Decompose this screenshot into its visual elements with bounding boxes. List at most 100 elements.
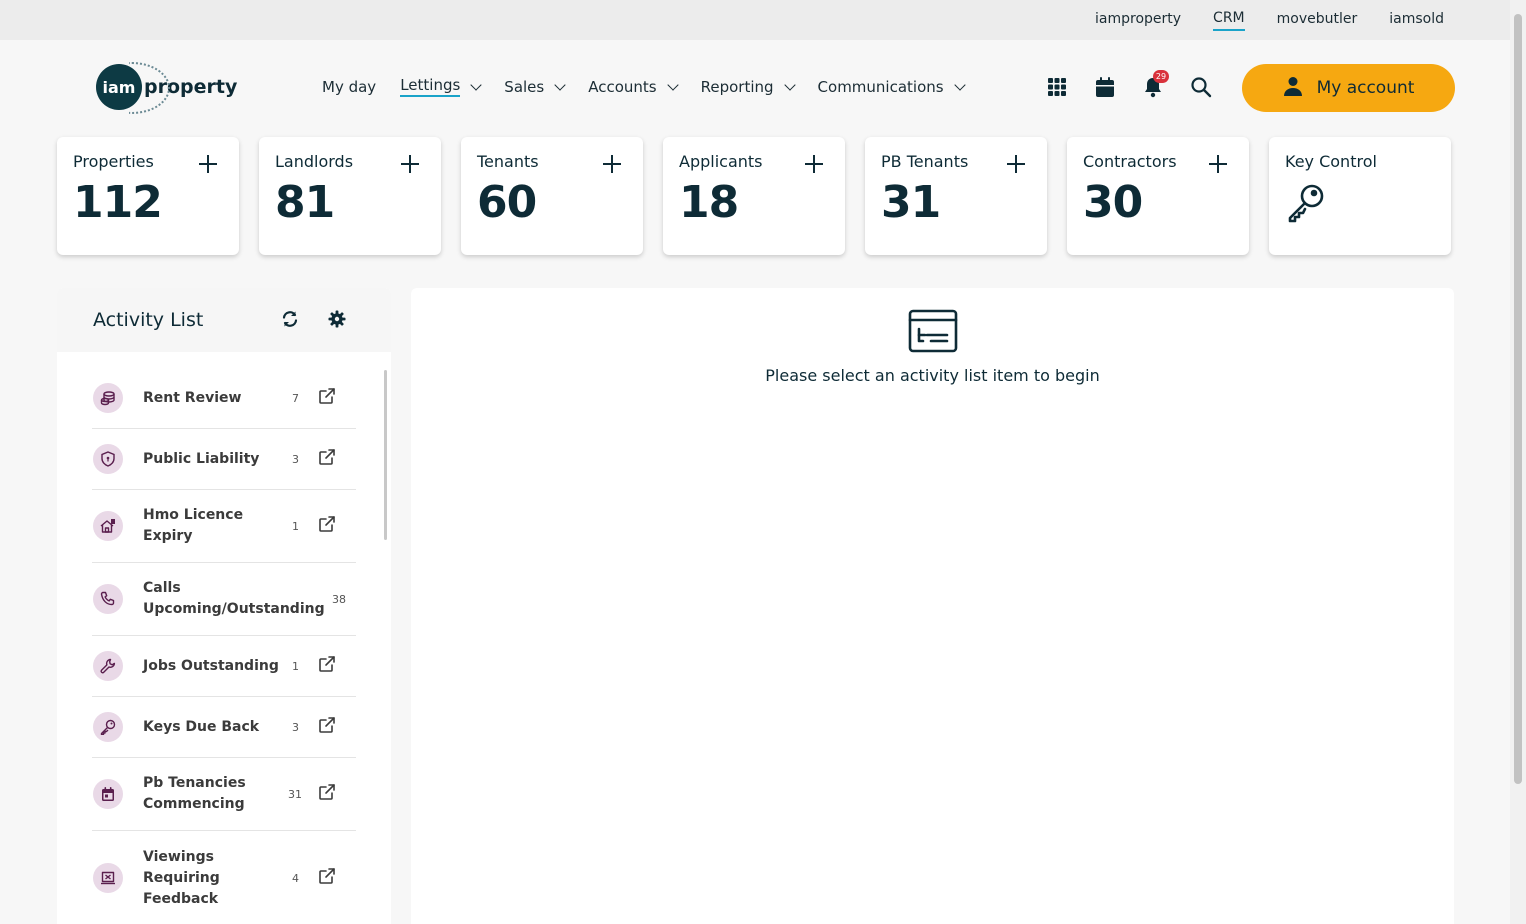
calendar-icon[interactable]	[1094, 76, 1116, 98]
nav-my-day[interactable]: My day	[322, 76, 376, 97]
activity-detail-panel: Please select an activity list item to b…	[411, 288, 1454, 924]
nav-sales[interactable]: Sales	[504, 76, 566, 97]
external-link-icon[interactable]	[318, 515, 336, 537]
activity-list-scrollbar[interactable]	[384, 370, 387, 540]
stat-cards: Properties 112 Landlords 81 Tenants 60 A…	[57, 137, 1451, 255]
my-account-button[interactable]: My account	[1242, 64, 1455, 112]
activity-item-count: 31	[288, 787, 302, 801]
nav-accounts[interactable]: Accounts	[588, 76, 679, 97]
stat-value: 18	[679, 177, 739, 228]
logo-circle: iam	[96, 64, 142, 110]
stat-value: 112	[73, 177, 163, 228]
user-icon	[1283, 76, 1303, 101]
stat-card-properties[interactable]: Properties 112	[57, 137, 239, 255]
activity-list-title: Activity List	[93, 309, 204, 331]
header: iam property My day Lettings Sales Accou…	[0, 40, 1510, 134]
bell-icon[interactable]: 29	[1142, 70, 1169, 98]
search-icon[interactable]	[1190, 76, 1212, 98]
calendar-icon	[93, 779, 123, 809]
nav-label: Communications	[817, 77, 944, 96]
external-link-icon[interactable]	[318, 655, 336, 677]
stat-card-contractors[interactable]: Contractors 30	[1067, 137, 1249, 255]
my-account-label: My account	[1316, 78, 1415, 98]
add-landlord-icon[interactable]	[401, 155, 419, 173]
external-link-icon[interactable]	[318, 387, 336, 409]
gear-icon[interactable]	[328, 310, 346, 332]
stat-card-landlords[interactable]: Landlords 81	[259, 137, 441, 255]
nav-label: Lettings	[400, 76, 461, 97]
key-icon	[1285, 181, 1435, 227]
external-link-icon[interactable]	[318, 783, 336, 805]
notification-badge: 29	[1153, 70, 1169, 83]
nav-reporting[interactable]: Reporting	[700, 76, 796, 97]
scrollbar-thumb[interactable]	[1514, 14, 1522, 784]
grid-icon[interactable]	[1046, 76, 1068, 98]
activity-item-jobs-outstanding[interactable]: Jobs Outstanding 1	[92, 636, 356, 697]
chevron-down-icon	[953, 78, 966, 91]
product-switcher: iamproperty CRM movebutler iamsold	[1095, 0, 1444, 40]
nav-label: Reporting	[700, 77, 774, 96]
house-icon	[93, 511, 123, 541]
add-pb-tenant-icon[interactable]	[1007, 155, 1025, 173]
refresh-icon[interactable]	[281, 310, 299, 332]
nav-label: Accounts	[588, 77, 657, 96]
activity-item-count: 3	[292, 452, 299, 466]
activity-item-hmo-licence-expiry[interactable]: Hmo Licence Expiry 1	[92, 490, 356, 563]
stat-card-pb-tenants[interactable]: PB Tenants 31	[865, 137, 1047, 255]
activity-item-count: 1	[292, 519, 299, 533]
window-scrollbar[interactable]	[1510, 0, 1526, 924]
activity-list-panel: Activity List Rent Review 7 Public Liabi…	[57, 288, 391, 924]
wrench-icon	[93, 651, 123, 681]
chevron-down-icon	[666, 78, 679, 91]
logo[interactable]: iam property	[96, 64, 237, 110]
top-link-movebutler[interactable]: movebutler	[1277, 11, 1358, 30]
external-link-icon[interactable]	[318, 867, 336, 889]
activity-item-calls[interactable]: Calls Upcoming/Outstanding 38	[92, 563, 356, 636]
top-link-iamproperty[interactable]: iamproperty	[1095, 11, 1181, 30]
feedback-icon	[93, 863, 123, 893]
activity-item-public-liability[interactable]: Public Liability 3	[92, 429, 356, 490]
nav-label: Sales	[504, 77, 545, 96]
activity-item-label: Hmo Licence Expiry	[143, 507, 244, 544]
phone-icon	[93, 584, 123, 614]
nav-lettings[interactable]: Lettings	[400, 76, 482, 97]
activity-item-label: Jobs Outstanding	[143, 657, 279, 674]
stat-card-key-control[interactable]: Key Control	[1269, 137, 1451, 255]
external-link-icon[interactable]	[318, 716, 336, 738]
activity-item-label: Calls Upcoming/Outstanding	[143, 580, 325, 617]
nav-communications[interactable]: Communications	[817, 76, 966, 97]
list-window-icon	[908, 309, 958, 357]
activity-item-keys-due-back[interactable]: Keys Due Back 3	[92, 697, 356, 758]
shield-icon	[93, 444, 123, 474]
activity-item-count: 4	[292, 871, 299, 885]
activity-item-label: Keys Due Back	[143, 718, 260, 735]
coins-icon	[93, 383, 123, 413]
activity-item-label: Public Liability	[143, 450, 260, 467]
stat-title: Key Control	[1285, 152, 1377, 171]
add-applicant-icon[interactable]	[805, 155, 823, 173]
stat-value: 30	[1083, 177, 1143, 228]
stat-card-tenants[interactable]: Tenants 60	[461, 137, 643, 255]
activity-item-count: 3	[292, 720, 299, 734]
chevron-down-icon	[783, 78, 796, 91]
chevron-down-icon	[470, 78, 482, 91]
stat-card-applicants[interactable]: Applicants 18	[663, 137, 845, 255]
add-contractor-icon[interactable]	[1209, 155, 1227, 173]
top-link-iamsold[interactable]: iamsold	[1389, 11, 1444, 30]
key-icon	[93, 712, 123, 742]
activity-item-pb-tenancies-commencing[interactable]: Pb Tenancies Commencing 31	[92, 758, 356, 831]
activity-item-rent-review[interactable]: Rent Review 7	[92, 368, 356, 429]
activity-item-count: 38	[332, 592, 346, 606]
stat-value: 60	[477, 177, 537, 228]
main-nav: My day Lettings Sales Accounts Reporting…	[322, 76, 966, 97]
stat-value: 81	[275, 177, 335, 228]
activity-list-header: Activity List	[57, 288, 391, 352]
chevron-down-icon	[554, 78, 566, 91]
external-link-icon[interactable]	[318, 448, 336, 470]
add-property-icon[interactable]	[199, 155, 217, 173]
nav-label: My day	[322, 77, 377, 96]
add-tenant-icon[interactable]	[603, 155, 621, 173]
activity-item-count: 7	[292, 391, 299, 405]
top-link-crm[interactable]: CRM	[1213, 10, 1245, 31]
activity-item-viewings-requiring-feedback[interactable]: Viewings Requiring Feedback 4	[92, 831, 356, 924]
